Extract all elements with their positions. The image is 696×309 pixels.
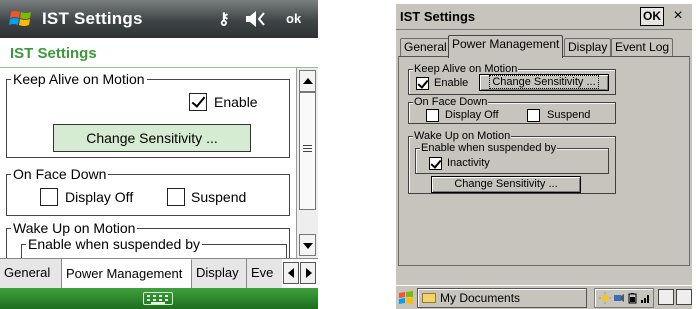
ce-tab-power-management[interactable]: Power Management xyxy=(448,35,564,58)
desktop-icon[interactable] xyxy=(658,289,674,305)
ce-tab-general[interactable]: General xyxy=(400,38,451,57)
wm-wake-up-group: Wake Up on Motion Enable when suspended … xyxy=(6,220,290,258)
ce-keep-alive-enable-checkbox[interactable] xyxy=(416,77,429,90)
wm-vertical-scrollbar[interactable] xyxy=(296,68,318,258)
scroll-down-arrow-icon[interactable] xyxy=(299,234,316,256)
ce-inactivity-checkbox[interactable] xyxy=(429,157,442,170)
ce-tab-display[interactable]: Display xyxy=(564,38,612,57)
wm-suspend-checkbox[interactable] xyxy=(167,188,185,206)
wm-wake-up-subgroup: Enable when suspended by xyxy=(21,236,287,258)
wm-keep-alive-group: Keep Alive on Motion Enable Change Sensi… xyxy=(6,71,290,158)
ce-wake-up-subgroup: Enable when suspended by Inactivity xyxy=(415,142,609,174)
ce-keep-alive-button-label: Change Sensitivity ... xyxy=(489,75,599,89)
battery-icon[interactable] xyxy=(627,292,639,304)
wm-display-off-label: Display Off xyxy=(65,189,134,205)
wm-wake-up-sub-legend: Enable when suspended by xyxy=(26,236,203,252)
ce-display-off-label: Display Off xyxy=(445,109,499,121)
ce-tab-strip: General Power Management Display Event L… xyxy=(396,35,692,58)
sun-icon[interactable] xyxy=(599,292,611,304)
wm-title-bar: IST Settings ⚷ ok xyxy=(0,0,318,38)
ce-inactivity-label: Inactivity xyxy=(447,157,490,169)
ce-display-off-checkbox[interactable] xyxy=(426,109,439,122)
scroll-up-arrow-icon[interactable] xyxy=(299,70,316,92)
windows-start-icon[interactable] xyxy=(8,6,34,32)
ce-task-label: My Documents xyxy=(440,291,521,305)
ce-face-down-group: On Face Down Display Off Suspend xyxy=(408,96,616,124)
ce-wake-up-legend: Wake Up on Motion xyxy=(413,130,512,142)
wm-tab-general[interactable]: General xyxy=(0,259,62,288)
network-icon[interactable] xyxy=(613,292,625,304)
wm-window-title: IST Settings xyxy=(42,9,143,28)
ce-title-bar: IST Settings OK × xyxy=(396,4,692,30)
ce-wake-up-change-sensitivity-button[interactable]: Change Sensitivity ... xyxy=(431,176,581,193)
wm-tab-strip: General Power Management Display Eve xyxy=(0,258,318,288)
ce-window-title: IST Settings xyxy=(400,9,476,24)
wm-settings-content: Keep Alive on Motion Enable Change Sensi… xyxy=(0,68,296,258)
wm-tab-display[interactable]: Display xyxy=(192,259,247,288)
ce-taskbar: My Documents xyxy=(396,285,692,309)
wm-keep-alive-change-sensitivity-button[interactable]: Change Sensitivity ... xyxy=(53,124,251,152)
ce-wake-up-sub-legend: Enable when suspended by xyxy=(420,142,558,154)
ce-ok-button[interactable]: OK xyxy=(640,7,664,26)
window-switch-icon[interactable] xyxy=(676,289,692,305)
wm-display-off-checkbox[interactable] xyxy=(40,188,58,206)
folder-icon xyxy=(422,293,436,303)
scrollbar-thumb[interactable] xyxy=(299,92,316,210)
ce-wake-up-group: Wake Up on Motion Enable when suspended … xyxy=(408,130,616,194)
wm-keep-alive-enable-label: Enable xyxy=(214,94,258,110)
wm-ok-button[interactable]: ok xyxy=(286,11,301,26)
wm-keep-alive-enable-checkbox[interactable] xyxy=(189,93,207,111)
wm-face-down-legend: On Face Down xyxy=(11,166,109,182)
wm-page-title: IST Settings xyxy=(10,45,97,62)
ce-keep-alive-change-sensitivity-button[interactable]: Change Sensitivity ... xyxy=(479,74,609,91)
volume-icon[interactable] xyxy=(244,9,270,29)
wm-tab-event-log[interactable]: Eve xyxy=(247,259,283,288)
wm-soft-key-bar xyxy=(0,288,318,309)
wm-tab-scroll-arrows xyxy=(282,259,318,288)
wm-keep-alive-legend: Keep Alive on Motion xyxy=(11,71,147,87)
ce-device-screen: IST Settings OK × General Power Manageme… xyxy=(396,4,692,309)
signal-icon[interactable] xyxy=(640,292,652,304)
ce-suspend-checkbox[interactable] xyxy=(527,109,540,122)
connectivity-icon[interactable]: ⚷ xyxy=(218,9,240,29)
keyboard-icon[interactable] xyxy=(143,292,173,305)
ce-keep-alive-group: Keep Alive on Motion Enable Change Sensi… xyxy=(408,63,616,95)
close-icon[interactable]: × xyxy=(668,6,688,26)
ce-face-down-legend: On Face Down xyxy=(413,96,489,108)
ce-system-tray xyxy=(594,288,654,308)
ce-power-management-panel: Keep Alive on Motion Enable Change Sensi… xyxy=(398,56,690,266)
ce-task-my-documents[interactable]: My Documents xyxy=(417,288,587,308)
wm-face-down-group: On Face Down Display Off Suspend xyxy=(6,166,290,216)
tab-scroll-right-icon[interactable] xyxy=(300,262,316,284)
ce-keep-alive-enable-label: Enable xyxy=(434,77,469,89)
wm-page-header: IST Settings xyxy=(0,38,318,68)
ce-suspend-label: Suspend xyxy=(547,109,591,121)
windows-start-icon[interactable] xyxy=(397,289,415,307)
wm-wake-up-legend: Wake Up on Motion xyxy=(11,220,138,236)
wm-suspend-label: Suspend xyxy=(191,189,247,205)
wm-device-screen: IST Settings ⚷ ok IST Settings Keep Aliv… xyxy=(0,0,318,309)
tab-scroll-left-icon[interactable] xyxy=(283,262,299,284)
wm-tab-power-management[interactable]: Power Management xyxy=(62,259,192,288)
ce-tab-event-log[interactable]: Event Log xyxy=(611,38,674,57)
